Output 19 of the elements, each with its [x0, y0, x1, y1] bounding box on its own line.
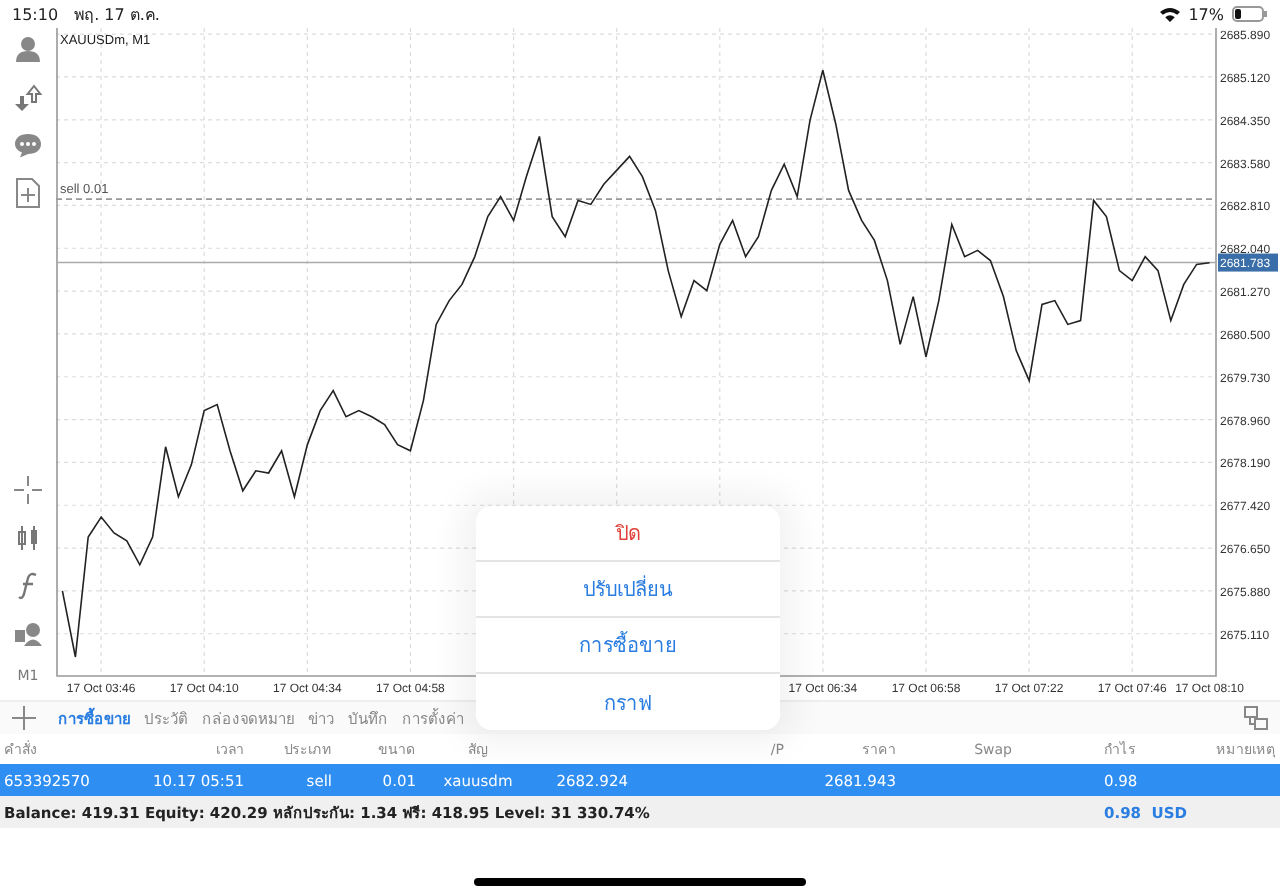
- candlestick-icon[interactable]: [14, 524, 42, 552]
- status-date: พฤ. 17 ต.ค.: [74, 3, 160, 27]
- crosshair-icon[interactable]: [14, 476, 42, 504]
- action-sheet-item[interactable]: การซื้อขาย: [476, 618, 780, 674]
- layout-icon[interactable]: [1244, 706, 1268, 730]
- status-time: 15:10: [12, 5, 59, 23]
- action-sheet-item[interactable]: ปิด: [476, 506, 780, 562]
- new-document-icon[interactable]: [16, 178, 40, 208]
- action-sheet-item[interactable]: กราฟ: [476, 674, 780, 730]
- wifi-icon: [1160, 6, 1181, 22]
- battery-percent: 17%: [1188, 5, 1224, 23]
- chat-icon[interactable]: [14, 132, 42, 158]
- add-icon[interactable]: [12, 706, 36, 730]
- action-sheet-item[interactable]: ปรับเปลี่ยน: [476, 562, 780, 618]
- function-icon[interactable]: [18, 572, 38, 600]
- objects-icon[interactable]: [14, 620, 42, 648]
- account-icon[interactable]: [14, 36, 42, 64]
- battery-icon: [1232, 6, 1268, 22]
- trade-arrows-icon[interactable]: [14, 84, 42, 112]
